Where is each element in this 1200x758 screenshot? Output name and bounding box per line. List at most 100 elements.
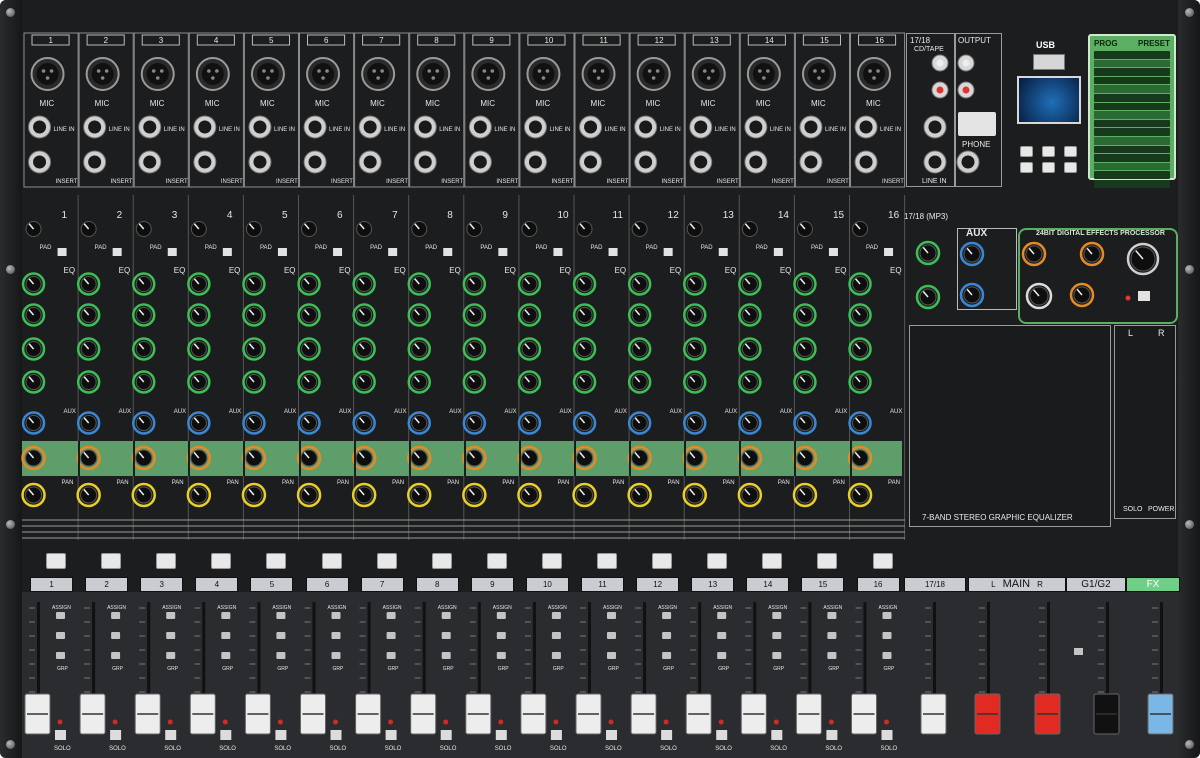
fx-send-knob[interactable] — [351, 445, 377, 471]
solo-button[interactable] — [440, 730, 452, 740]
assign-button[interactable] — [386, 632, 396, 639]
mute-button[interactable] — [872, 553, 893, 569]
assign-button[interactable] — [111, 652, 121, 659]
assign-button[interactable] — [111, 632, 121, 639]
solo-button[interactable] — [881, 730, 893, 740]
assign-button[interactable] — [56, 612, 65, 619]
assign-button[interactable] — [496, 652, 506, 659]
assign-button[interactable] — [772, 652, 782, 659]
fx-send-knob[interactable] — [186, 445, 212, 471]
assign-button[interactable] — [717, 652, 727, 659]
solo-button[interactable] — [275, 730, 287, 740]
fx-master-fader[interactable] — [1147, 602, 1174, 735]
assign-button[interactable] — [882, 612, 892, 619]
assign-button[interactable] — [882, 632, 892, 639]
assign-button[interactable] — [827, 612, 837, 619]
channel-fader[interactable] — [355, 602, 382, 735]
channel-fader[interactable] — [134, 602, 161, 735]
assign-button[interactable] — [662, 652, 672, 659]
solo-button[interactable] — [165, 730, 177, 740]
assign-button[interactable] — [276, 652, 286, 659]
channel-fader[interactable] — [575, 602, 602, 735]
assign-button[interactable] — [111, 612, 121, 619]
channel-fader[interactable] — [685, 602, 712, 735]
mute-button[interactable] — [541, 553, 562, 569]
assign-button[interactable] — [551, 632, 561, 639]
assign-button[interactable] — [551, 652, 561, 659]
assign-button[interactable] — [662, 632, 672, 639]
solo-button[interactable] — [826, 730, 838, 740]
solo-button[interactable] — [495, 730, 507, 740]
channel-fader[interactable] — [244, 602, 271, 735]
assign-button[interactable] — [607, 652, 616, 659]
solo-button[interactable] — [606, 730, 617, 740]
fx-send-knob[interactable] — [407, 445, 432, 471]
fx-send-knob[interactable] — [792, 445, 818, 471]
channel-fader[interactable] — [740, 602, 767, 735]
mute-button[interactable] — [762, 553, 783, 569]
assign-button[interactable] — [221, 652, 231, 659]
channel-fader[interactable] — [851, 602, 877, 735]
group-fader[interactable] — [1093, 602, 1120, 735]
main-fader-left[interactable] — [974, 602, 1001, 735]
assign-button[interactable] — [441, 652, 451, 659]
assign-button[interactable] — [827, 632, 837, 639]
assign-button[interactable] — [717, 632, 727, 639]
assign-button[interactable] — [386, 612, 396, 619]
fx-send-knob[interactable] — [131, 445, 156, 471]
solo-button[interactable] — [55, 730, 66, 740]
fx-send-knob[interactable] — [737, 445, 763, 471]
fx-send-knob[interactable] — [21, 445, 46, 471]
assign-button[interactable] — [827, 652, 837, 659]
fx-send-knob[interactable] — [241, 445, 267, 471]
assign-button[interactable] — [441, 612, 451, 619]
assign-button[interactable] — [276, 612, 286, 619]
group-assign-button[interactable] — [1074, 648, 1083, 655]
fx-send-knob[interactable] — [76, 445, 101, 471]
mute-button[interactable] — [817, 553, 838, 569]
fx-send-knob[interactable] — [627, 445, 652, 471]
assign-button[interactable] — [166, 652, 176, 659]
mute-button[interactable] — [321, 553, 342, 569]
assign-button[interactable] — [772, 632, 782, 639]
assign-button[interactable] — [496, 612, 506, 619]
mute-button[interactable] — [376, 553, 397, 569]
channel-fader[interactable] — [465, 602, 492, 735]
assign-button[interactable] — [56, 652, 65, 659]
assign-button[interactable] — [166, 612, 176, 619]
mute-button[interactable] — [707, 553, 728, 569]
solo-button[interactable] — [661, 730, 673, 740]
assign-button[interactable] — [221, 632, 231, 639]
solo-button[interactable] — [716, 730, 728, 740]
assign-button[interactable] — [551, 612, 561, 619]
mute-button[interactable] — [486, 553, 507, 569]
fx-send-knob[interactable] — [462, 445, 487, 471]
assign-button[interactable] — [221, 612, 231, 619]
solo-button[interactable] — [110, 730, 122, 740]
assign-button[interactable] — [882, 652, 892, 659]
solo-button[interactable] — [550, 730, 562, 740]
fx-send-knob[interactable] — [682, 445, 707, 471]
mute-button[interactable] — [46, 553, 66, 569]
main-fader-right[interactable] — [1034, 602, 1061, 735]
mute-button[interactable] — [101, 553, 122, 569]
assign-button[interactable] — [441, 632, 451, 639]
assign-button[interactable] — [496, 632, 506, 639]
mute-button[interactable] — [211, 553, 232, 569]
assign-button[interactable] — [166, 632, 176, 639]
assign-button[interactable] — [276, 632, 286, 639]
mute-button[interactable] — [597, 553, 617, 569]
mute-button[interactable] — [266, 553, 287, 569]
fx-send-knob[interactable] — [517, 445, 542, 471]
assign-button[interactable] — [607, 632, 616, 639]
solo-button[interactable] — [330, 730, 342, 740]
channel-fader[interactable] — [795, 602, 822, 735]
fx-send-knob[interactable] — [296, 445, 322, 471]
solo-button[interactable] — [771, 730, 783, 740]
assign-button[interactable] — [386, 652, 396, 659]
assign-button[interactable] — [331, 632, 341, 639]
channel-fader[interactable] — [189, 602, 216, 735]
mute-button[interactable] — [431, 553, 452, 569]
assign-button[interactable] — [331, 612, 341, 619]
assign-button[interactable] — [331, 652, 341, 659]
